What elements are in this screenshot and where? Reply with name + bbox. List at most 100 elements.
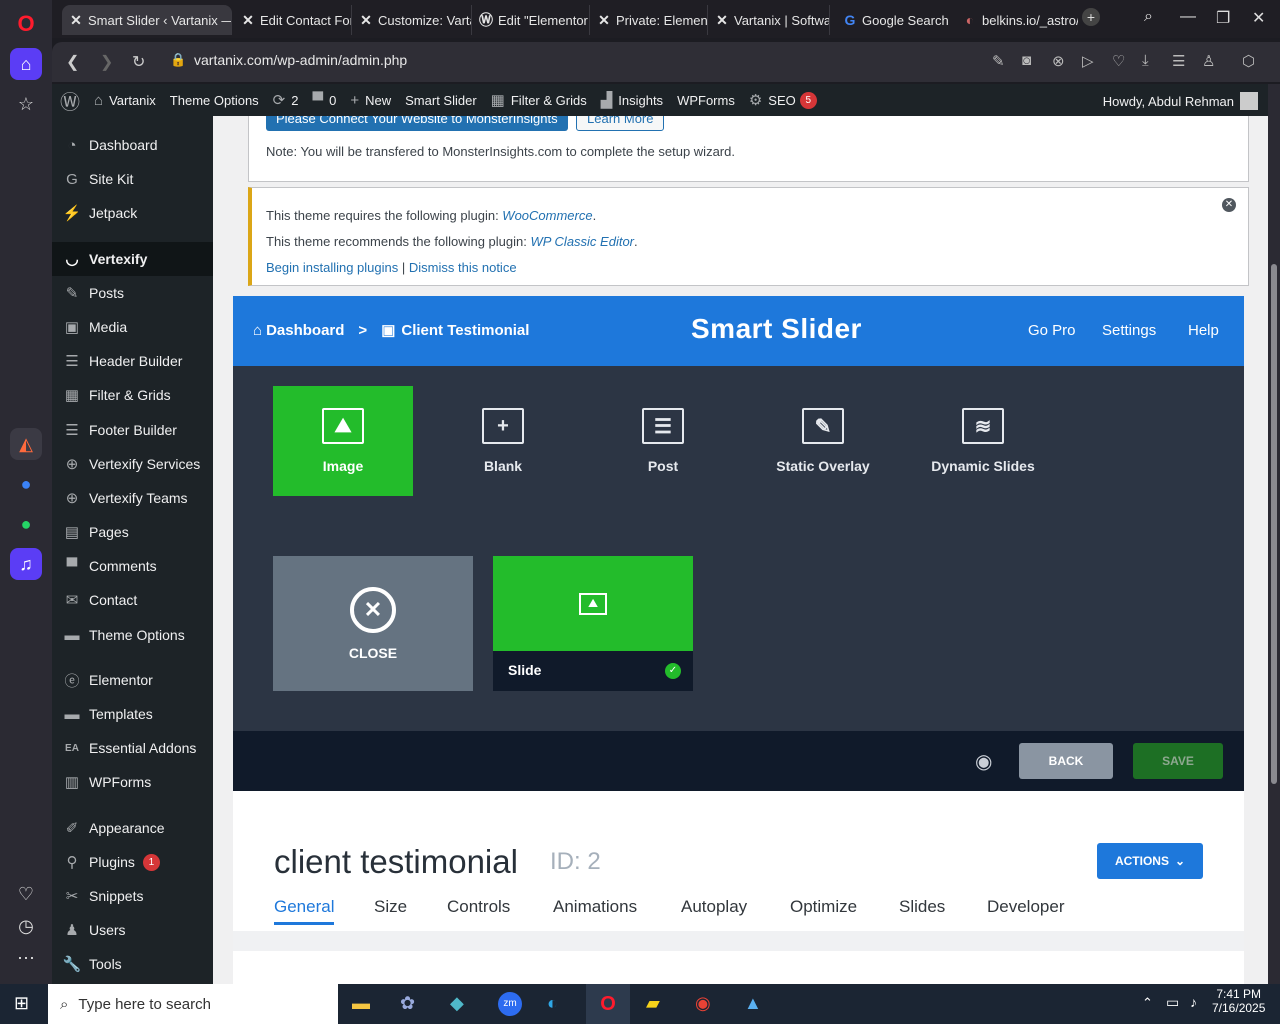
tab-developer[interactable]: Developer xyxy=(987,897,1065,917)
tab-vartanix[interactable]: ✕ Vartanix | Softwa xyxy=(708,5,830,35)
tab-edit-contact[interactable]: ✕ Edit Contact For xyxy=(234,5,352,35)
restore-button[interactable]: ❐ xyxy=(1216,8,1230,28)
menu-comments[interactable]: ▀ Comments xyxy=(52,549,213,583)
whatsapp-icon[interactable]: ● xyxy=(10,508,42,540)
opera-logo-icon[interactable]: O xyxy=(10,8,42,40)
menu-vertexify-teams[interactable]: ⊕ Vertexify Teams xyxy=(52,481,213,515)
save-button[interactable]: SAVE xyxy=(1133,743,1223,779)
back-button[interactable]: BACK xyxy=(1019,743,1113,779)
back-icon[interactable]: ❮ xyxy=(66,52,79,72)
menu-appearance[interactable]: ✐ Appearance xyxy=(52,811,213,845)
windows-start-icon[interactable]: ⊞ xyxy=(14,993,29,1014)
menu-dashboard[interactable]: ◔ Dashboard xyxy=(52,128,213,162)
opera-taskbar-icon[interactable]: O xyxy=(586,984,630,1024)
menu-pages[interactable]: ▤ Pages xyxy=(52,515,213,549)
network-icon[interactable]: ▭ xyxy=(1166,994,1179,1011)
volume-icon[interactable]: ♪ xyxy=(1190,994,1197,1010)
home-icon[interactable]: ⌂ xyxy=(10,48,42,80)
theme-options-link[interactable]: Theme Options xyxy=(170,93,259,108)
wpforms-link[interactable]: WPForms xyxy=(677,93,735,108)
extensions-icon[interactable]: ⬡ xyxy=(1242,52,1255,70)
tray-chevron-icon[interactable]: ⌃ xyxy=(1142,995,1153,1011)
menu-contact[interactable]: ✉ Contact xyxy=(52,583,213,617)
slide-type-post[interactable]: ☰ Post xyxy=(593,386,733,496)
chrome-icon[interactable]: ◉ xyxy=(695,993,711,1014)
slide-type-static-overlay[interactable]: ✎ Static Overlay xyxy=(753,386,893,496)
menu-essential-addons[interactable]: EA Essential Addons xyxy=(52,731,213,765)
tab-smart-slider[interactable]: ✕ Smart Slider ‹ Vartanix — xyxy=(62,5,232,35)
scrollbar-thumb[interactable] xyxy=(1271,264,1277,784)
dismiss-notice-link[interactable]: Dismiss this notice xyxy=(409,260,517,275)
tab-edit-elementor[interactable]: Ⓦ Edit "Elementor xyxy=(472,5,590,35)
url-field[interactable]: vartanix.com/wp-admin/admin.php xyxy=(194,52,407,68)
menu-theme-options[interactable]: ▬ Theme Options xyxy=(52,618,213,652)
classic-editor-link[interactable]: WP Classic Editor xyxy=(530,234,634,249)
menu-site-kit[interactable]: G Site Kit xyxy=(52,162,213,196)
messenger-icon[interactable]: ● xyxy=(10,468,42,500)
begin-installing-link[interactable]: Begin installing plugins xyxy=(266,260,398,275)
menu-header-builder[interactable]: ☰ Header Builder xyxy=(52,344,213,378)
woocommerce-link[interactable]: WooCommerce xyxy=(502,208,592,223)
search-tabs-icon[interactable]: ⌕ xyxy=(1144,8,1153,26)
close-window-button[interactable]: ✕ xyxy=(1252,8,1265,28)
new-content-link[interactable]: + New xyxy=(350,92,391,109)
photos-icon[interactable]: ▲ xyxy=(744,993,762,1014)
tab-google[interactable]: G Google Search xyxy=(836,5,952,35)
go-pro-link[interactable]: Go Pro xyxy=(1028,322,1076,339)
favorite-icon[interactable]: ♡ xyxy=(1112,52,1125,70)
close-slide-button[interactable]: ✕ CLOSE xyxy=(273,556,473,691)
menu-footer-builder[interactable]: ☰ Footer Builder xyxy=(52,413,213,447)
tab-customize[interactable]: ✕ Customize: Varta xyxy=(352,5,472,35)
menu-snippets[interactable]: ✂ Snippets xyxy=(52,879,213,913)
slide-type-dynamic[interactable]: ≋ Dynamic Slides xyxy=(913,386,1053,496)
slide-type-image[interactable]: ⛰ Image xyxy=(273,386,413,496)
profile-icon[interactable]: ♙ xyxy=(1202,52,1215,70)
tab-belkins[interactable]: ◐ belkins.io/_astro/ xyxy=(956,5,1078,35)
heart-icon[interactable]: ♡ xyxy=(10,878,42,910)
tab-optimize[interactable]: Optimize xyxy=(790,897,857,917)
actions-button[interactable]: ACTIONS ⌄ xyxy=(1097,843,1203,879)
settings-link[interactable]: Settings xyxy=(1102,322,1156,339)
tab-animations[interactable]: Animations xyxy=(553,897,637,917)
menu-users[interactable]: ♟ Users xyxy=(52,913,213,947)
comments-link[interactable]: ▀ 0 xyxy=(312,92,336,109)
connect-monsterinsights-button[interactable]: Please Connect Your Website to MonsterIn… xyxy=(266,116,568,131)
filter-grids-link[interactable]: ▦ Filter & Grids xyxy=(491,91,587,109)
menu-filter-grids[interactable]: ▦ Filter & Grids xyxy=(52,378,213,412)
edit-icon[interactable]: ✎ xyxy=(992,52,1005,70)
history-icon[interactable]: ◷ xyxy=(10,910,42,942)
more-icon[interactable]: ⋯ xyxy=(10,942,42,974)
menu-tools[interactable]: 🔧 Tools xyxy=(52,947,213,981)
menu-elementor[interactable]: ⓔ Elementor xyxy=(52,663,213,697)
taskbar-search[interactable]: ⌕ Type here to search xyxy=(48,984,338,1024)
edge-icon[interactable]: ◐ xyxy=(547,993,558,1014)
learn-more-button[interactable]: Learn More xyxy=(576,116,665,131)
menu-wpforms[interactable]: ▥ WPForms xyxy=(52,765,213,799)
slide-type-blank[interactable]: + Blank xyxy=(433,386,573,496)
new-tab-button[interactable]: + xyxy=(1082,8,1100,26)
tab-autoplay[interactable]: Autoplay xyxy=(681,897,747,917)
menu-plugins[interactable]: ⚲ Plugins 1 xyxy=(52,845,213,879)
camera-icon[interactable]: ◙ xyxy=(1022,52,1031,69)
aria-icon[interactable]: ◭ xyxy=(10,428,42,460)
music-icon[interactable]: ♫ xyxy=(10,548,42,580)
minimize-button[interactable]: — xyxy=(1180,8,1196,26)
smart-slider-link[interactable]: Smart Slider xyxy=(405,93,477,108)
insights-link[interactable]: ▟ Insights xyxy=(601,91,663,109)
tab-slides[interactable]: Slides xyxy=(899,897,945,917)
adblock-icon[interactable]: ⊗ xyxy=(1052,52,1065,70)
menu-vertexify[interactable]: ◡ Vertexify xyxy=(52,242,213,276)
sticky-notes-icon[interactable]: ▰ xyxy=(646,993,660,1014)
seo-link[interactable]: ⚙ SEO 5 xyxy=(749,91,817,109)
play-icon[interactable]: ▷ xyxy=(1082,52,1094,70)
paint-icon[interactable]: ✿ xyxy=(400,993,415,1014)
clock[interactable]: 7:41 PM 7/16/2025 xyxy=(1212,987,1265,1015)
updates-link[interactable]: ⟳ 2 xyxy=(273,91,299,109)
menu-icon[interactable]: ☰ xyxy=(1172,52,1185,70)
crumb-dashboard[interactable]: Dashboard xyxy=(266,322,344,339)
wp-logo-icon[interactable]: Ⓦ xyxy=(60,86,80,115)
reload-icon[interactable]: ↻ xyxy=(132,52,145,72)
menu-posts[interactable]: ✎ Posts xyxy=(52,276,213,310)
eye-icon[interactable]: ◉ xyxy=(975,749,992,774)
menu-vertexify-services[interactable]: ⊕ Vertexify Services xyxy=(52,447,213,481)
